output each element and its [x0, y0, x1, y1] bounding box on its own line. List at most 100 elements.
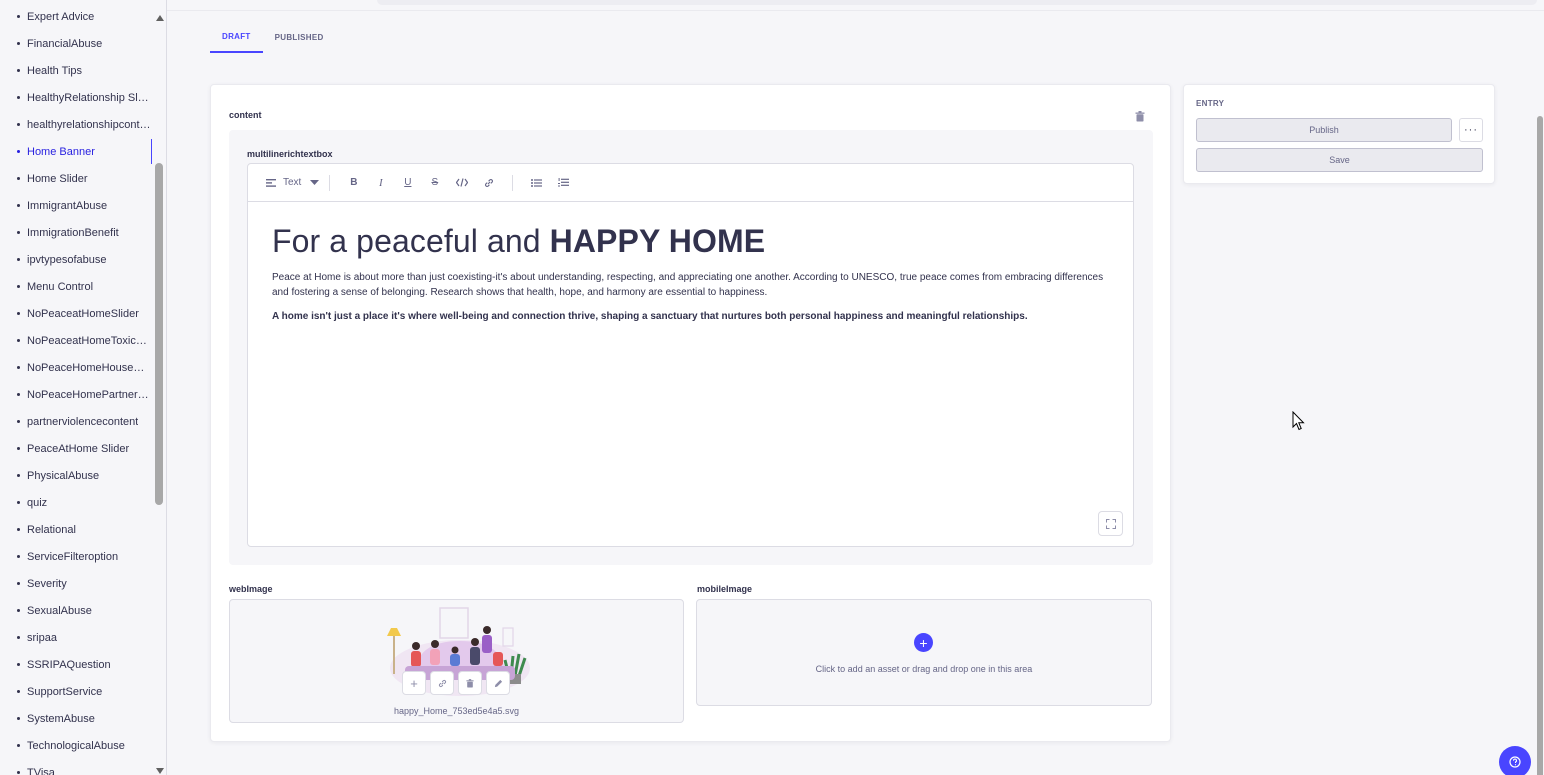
sidebar-scrollbar[interactable]	[153, 11, 165, 775]
sidebar-item[interactable]: NoPeaceHomeHouseCon...	[0, 354, 152, 381]
content-card: content multilinerichtextbox Text B I U …	[210, 84, 1171, 742]
edit-asset-button[interactable]	[486, 671, 510, 695]
sidebar-item[interactable]: quiz	[0, 489, 152, 516]
help-button[interactable]	[1499, 746, 1531, 775]
editor-content[interactable]: For a peaceful and HAPPY HOME Peace at H…	[248, 202, 1133, 324]
heading-bold-text: HAPPY HOME	[549, 223, 766, 259]
bullet-icon	[17, 69, 20, 72]
sidebar-item-label: SupportService	[27, 685, 103, 698]
sidebar-item[interactable]: Health Tips	[0, 57, 152, 84]
sidebar-item[interactable]: Severity	[0, 570, 152, 597]
multilinerichtextbox-label: multilinerichtextbox	[247, 149, 333, 159]
page-scroll-thumb[interactable]	[1537, 116, 1543, 775]
sidebar-item-label: ServiceFilteroption	[27, 550, 119, 563]
sidebar-item[interactable]: ServiceFilteroption	[0, 543, 152, 570]
sidebar-item[interactable]: Relational	[0, 516, 152, 543]
sidebar-item-label: ImmigrantAbuse	[27, 199, 108, 212]
scroll-up-arrow-icon[interactable]	[156, 15, 164, 21]
trash-icon	[1135, 111, 1145, 122]
tab-published[interactable]: PUBLISHED	[263, 22, 336, 52]
mobile-image-dropzone[interactable]: + Click to add an asset or drag and drop…	[696, 599, 1152, 706]
sidebar-item-label: healthyrelationshipcontent	[27, 118, 151, 131]
sidebar-item[interactable]: Home Banner	[0, 138, 152, 165]
sidebar-item[interactable]: FinancialAbuse	[0, 30, 152, 57]
save-button[interactable]: Save	[1196, 148, 1483, 172]
add-asset-icon[interactable]: +	[914, 633, 933, 652]
expand-icon	[1105, 518, 1116, 529]
sidebar-item-label: TechnologicalAbuse	[27, 739, 125, 752]
code-icon	[455, 178, 468, 187]
delete-component-button[interactable]	[1135, 109, 1147, 122]
sidebar-item-label: PhysicalAbuse	[27, 469, 100, 482]
rich-text-editor[interactable]: Text B I U S For a peaceful and HAPPY HO…	[247, 163, 1134, 547]
sidebar-item[interactable]: SSRIPAQuestion	[0, 651, 152, 678]
sidebar-item[interactable]: sripaa	[0, 624, 152, 651]
text-style-select[interactable]: Text	[266, 177, 320, 188]
bullet-list-button[interactable]	[523, 171, 550, 195]
bullet-icon	[17, 177, 20, 180]
sidebar-item[interactable]: NoPeaceatHomeToxicRel...	[0, 327, 152, 354]
underline-button[interactable]: U	[394, 171, 421, 195]
sidebar-item[interactable]: SexualAbuse	[0, 597, 152, 624]
more-actions-button[interactable]: ···	[1459, 118, 1483, 142]
sidebar-item[interactable]: Menu Control	[0, 273, 152, 300]
sidebar-item[interactable]: PeaceAtHome Slider	[0, 435, 152, 462]
bold-icon: B	[350, 177, 358, 188]
bullet-icon	[17, 555, 20, 558]
sidebar-item[interactable]: healthyrelationshipcontent	[0, 111, 152, 138]
sidebar-item[interactable]: Home Slider	[0, 165, 152, 192]
copy-link-button[interactable]	[430, 671, 454, 695]
expand-editor-button[interactable]	[1098, 511, 1123, 536]
bullet-icon	[17, 744, 20, 747]
numbered-list-button[interactable]	[550, 171, 577, 195]
sidebar-item[interactable]: HealthyRelationship Slider	[0, 84, 152, 111]
sidebar-item-label: PeaceAtHome Slider	[27, 442, 130, 455]
italic-button[interactable]: I	[367, 171, 394, 195]
toolbar-divider	[512, 174, 514, 191]
mobile-image-label: mobileImage	[697, 584, 753, 594]
sidebar-item[interactable]: PhysicalAbuse	[0, 462, 152, 489]
sidebar-item-label: SexualAbuse	[27, 604, 92, 617]
sidebar-item[interactable]: ipvtypesofabuse	[0, 246, 152, 273]
dropzone-hint: Click to add an asset or drag and drop o…	[815, 664, 1033, 674]
bold-button[interactable]: B	[340, 171, 367, 195]
sidebar-item[interactable]: ImmigrationBenefit	[0, 219, 152, 246]
pencil-icon	[494, 679, 502, 687]
sidebar-item[interactable]: TVisa	[0, 759, 152, 775]
sidebar-item[interactable]: Expert Advice	[0, 3, 152, 30]
sidebar-scroll-thumb[interactable]	[155, 163, 163, 505]
plus-icon: +	[410, 675, 418, 691]
sidebar-item[interactable]: SystemAbuse	[0, 705, 152, 732]
page-scrollbar[interactable]	[1536, 11, 1544, 775]
sidebar-item-label: Expert Advice	[27, 10, 95, 23]
sidebar-item-label: FinancialAbuse	[27, 37, 103, 50]
top-search-edge	[377, 0, 1537, 5]
bullet-icon	[17, 312, 20, 315]
tab-draft[interactable]: DRAFT	[210, 22, 263, 53]
editor-toolbar: Text B I U S	[248, 164, 1133, 202]
sidebar-item[interactable]: SupportService	[0, 678, 152, 705]
link-button[interactable]	[475, 171, 502, 195]
publish-button[interactable]: Publish	[1196, 118, 1452, 142]
bullet-icon	[17, 258, 20, 261]
web-image-asset[interactable]: + happy_Home_753ed5e4a5.svg	[229, 599, 684, 723]
sidebar-item[interactable]: partnerviolencecontent	[0, 408, 152, 435]
bullet-icon	[17, 366, 20, 369]
bullet-icon	[17, 42, 20, 45]
web-image-label: webImage	[229, 584, 273, 594]
sidebar-item[interactable]: TechnologicalAbuse	[0, 732, 152, 759]
sidebar-item[interactable]: ImmigrantAbuse	[0, 192, 152, 219]
sidebar-item[interactable]: NoPeaceHomePartnervio...	[0, 381, 152, 408]
sidebar-list: Expert Advice FinancialAbuse Health Tips He…	[0, 3, 152, 775]
sidebar-item[interactable]: NoPeaceatHomeSlider	[0, 300, 152, 327]
bullet-icon	[17, 663, 20, 666]
add-asset-button[interactable]: +	[402, 671, 426, 695]
content-paragraph: Peace at Home is about more than just co…	[272, 272, 1104, 298]
bullet-icon	[17, 636, 20, 639]
delete-asset-button[interactable]	[458, 671, 482, 695]
sidebar-item-label: Home Slider	[27, 172, 88, 185]
code-button[interactable]	[448, 171, 475, 195]
scroll-down-arrow-icon[interactable]	[156, 768, 164, 774]
paragraph-icon	[266, 178, 276, 187]
strikethrough-button[interactable]: S	[421, 171, 448, 195]
